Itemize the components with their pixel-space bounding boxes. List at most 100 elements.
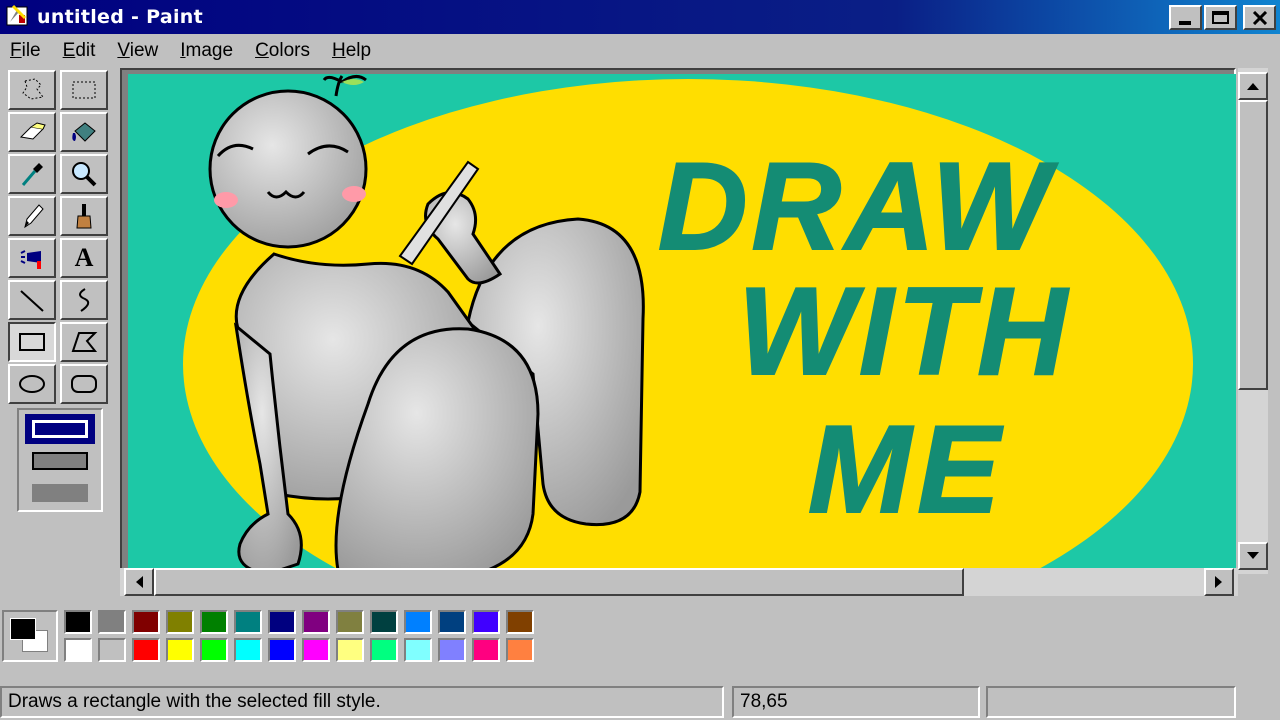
scroll-down-button[interactable] bbox=[1238, 542, 1268, 570]
color-swatch[interactable] bbox=[268, 638, 296, 662]
color-swatch[interactable] bbox=[438, 610, 466, 634]
vertical-scrollbar[interactable] bbox=[1238, 68, 1268, 574]
tool-rectangle[interactable] bbox=[8, 322, 56, 362]
foreground-color-indicator[interactable] bbox=[10, 618, 36, 640]
maximize-icon bbox=[1212, 11, 1229, 24]
fill-style-outline-fill[interactable] bbox=[25, 446, 95, 476]
menu-help[interactable]: Help bbox=[322, 40, 383, 62]
title-bar: untitled - Paint bbox=[0, 0, 1280, 34]
tool-rect-select[interactable] bbox=[60, 70, 108, 110]
pencil-icon bbox=[24, 204, 44, 229]
close-button[interactable] bbox=[1243, 5, 1276, 30]
vertical-scroll-thumb[interactable] bbox=[1238, 100, 1268, 390]
tool-ellipse[interactable] bbox=[8, 364, 56, 404]
close-icon bbox=[1252, 10, 1267, 25]
canvas-viewport: DRAW WITH ME bbox=[120, 68, 1236, 574]
arrow-left-icon bbox=[136, 576, 143, 588]
maximize-button[interactable] bbox=[1204, 5, 1237, 30]
polygon-icon bbox=[71, 332, 98, 352]
tool-brush[interactable] bbox=[60, 196, 108, 236]
color-swatch[interactable] bbox=[132, 610, 160, 634]
minimize-button[interactable] bbox=[1169, 5, 1202, 30]
color-swatch[interactable] bbox=[200, 610, 228, 634]
color-swatch[interactable] bbox=[404, 638, 432, 662]
scroll-up-button[interactable] bbox=[1238, 72, 1268, 100]
tool-magnifier[interactable] bbox=[60, 154, 108, 194]
tool-curve[interactable] bbox=[60, 280, 108, 320]
menu-view[interactable]: View bbox=[107, 40, 170, 62]
color-swatch[interactable] bbox=[98, 610, 126, 634]
color-swatch[interactable] bbox=[506, 610, 534, 634]
color-swatch[interactable] bbox=[506, 638, 534, 662]
color-swatch[interactable] bbox=[166, 638, 194, 662]
color-swatch[interactable] bbox=[404, 610, 432, 634]
tool-fill[interactable] bbox=[60, 112, 108, 152]
tool-line[interactable] bbox=[8, 280, 56, 320]
scroll-left-button[interactable] bbox=[124, 568, 154, 596]
color-swatch[interactable] bbox=[302, 610, 330, 634]
menu-image[interactable]: Image bbox=[170, 40, 245, 62]
status-message: Draws a rectangle with the selected fill… bbox=[0, 686, 724, 718]
drawing-canvas[interactable]: DRAW WITH ME bbox=[128, 74, 1236, 570]
horizontal-scrollbar[interactable] bbox=[120, 568, 1238, 596]
character-head bbox=[208, 89, 368, 249]
eyedropper-icon bbox=[21, 163, 43, 186]
color-swatch[interactable] bbox=[472, 610, 500, 634]
color-palette bbox=[0, 600, 1280, 670]
toolbox: A bbox=[4, 68, 114, 518]
color-swatch[interactable] bbox=[234, 610, 262, 634]
tool-free-form-select[interactable] bbox=[8, 70, 56, 110]
canvas-text-line-2: WITH bbox=[738, 263, 1071, 401]
arrow-down-icon bbox=[1247, 552, 1259, 559]
minimize-icon bbox=[1179, 21, 1191, 25]
color-swatch[interactable] bbox=[200, 638, 228, 662]
tool-text[interactable]: A bbox=[60, 238, 108, 278]
color-swatch[interactable] bbox=[370, 610, 398, 634]
color-swatch[interactable] bbox=[438, 638, 466, 662]
color-swatch[interactable] bbox=[472, 638, 500, 662]
airbrush-icon bbox=[20, 250, 41, 269]
scroll-right-button[interactable] bbox=[1204, 568, 1234, 596]
menu-edit[interactable]: Edit bbox=[53, 40, 108, 62]
curve-icon bbox=[79, 288, 90, 312]
color-swatch[interactable] bbox=[132, 638, 160, 662]
tool-polygon[interactable] bbox=[60, 322, 108, 362]
tool-airbrush[interactable] bbox=[8, 238, 56, 278]
color-swatch[interactable] bbox=[64, 610, 92, 634]
color-swatch[interactable] bbox=[302, 638, 330, 662]
color-swatch[interactable] bbox=[370, 638, 398, 662]
eraser-icon bbox=[19, 122, 46, 140]
ellipse-icon bbox=[19, 375, 45, 393]
tool-eraser[interactable] bbox=[8, 112, 56, 152]
color-swatch[interactable] bbox=[166, 610, 194, 634]
tool-rounded-rectangle[interactable] bbox=[60, 364, 108, 404]
cursor-coordinates: 78,65 bbox=[732, 686, 980, 718]
paint-bucket-icon bbox=[72, 122, 96, 142]
rounded-rectangle-icon bbox=[71, 375, 97, 393]
sprout bbox=[322, 75, 367, 97]
free-form-select-icon bbox=[22, 78, 44, 100]
canvas-artwork: DRAW WITH ME bbox=[183, 75, 1193, 570]
horizontal-scroll-thumb[interactable] bbox=[154, 568, 964, 596]
color-swatch[interactable] bbox=[64, 638, 92, 662]
color-swatch[interactable] bbox=[336, 610, 364, 634]
color-swatch[interactable] bbox=[98, 638, 126, 662]
menu-file[interactable]: File bbox=[0, 40, 53, 62]
color-swatch[interactable] bbox=[268, 610, 296, 634]
color-swatch[interactable] bbox=[234, 638, 262, 662]
line-icon bbox=[20, 290, 44, 312]
status-bar: Draws a rectangle with the selected fill… bbox=[0, 682, 1280, 720]
tool-pick-color[interactable] bbox=[8, 154, 56, 194]
window-title: untitled - Paint bbox=[37, 6, 204, 28]
menu-bar: File Edit View Image Colors Help bbox=[0, 34, 1280, 68]
current-colors bbox=[2, 610, 58, 662]
tool-pencil[interactable] bbox=[8, 196, 56, 236]
arrow-up-icon bbox=[1247, 83, 1259, 90]
text-icon: A bbox=[74, 243, 94, 272]
fill-style-outline[interactable] bbox=[25, 414, 95, 444]
color-swatch[interactable] bbox=[336, 638, 364, 662]
magnifier-icon bbox=[72, 162, 97, 187]
fill-style-fill[interactable] bbox=[25, 478, 95, 508]
canvas-text-line-3: ME bbox=[808, 401, 1006, 539]
menu-colors[interactable]: Colors bbox=[245, 40, 322, 62]
